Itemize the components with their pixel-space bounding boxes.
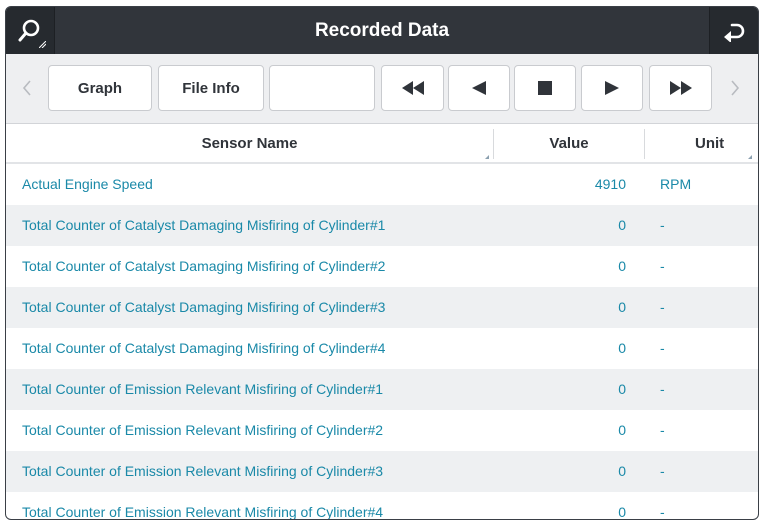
page-title: Recorded Data [314,20,450,41]
back-button[interactable] [709,7,758,54]
play-icon [605,81,619,95]
sensor-value-cell: 0 [618,463,626,479]
sensor-value-cell: 0 [618,381,626,397]
sensor-name-cell: Total Counter of Catalyst Damaging Misfi… [22,258,386,274]
file-info-button[interactable]: File Info [158,65,264,111]
sensor-unit-cell: - [660,381,665,397]
column-resize-handle[interactable] [485,155,489,159]
sensor-data-list: Actual Engine Speed 4910 RPM Total Count… [6,164,758,520]
table-row[interactable]: Total Counter of Emission Relevant Misfi… [6,451,758,492]
sensor-unit-cell: - [660,463,665,479]
sensor-unit-cell: - [660,340,665,356]
fast-forward-button[interactable] [649,65,712,111]
sensor-unit-cell: - [660,258,665,274]
table-row[interactable]: Total Counter of Catalyst Damaging Misfi… [6,328,758,369]
sensor-name-cell: Total Counter of Catalyst Damaging Misfi… [22,217,386,233]
table-row[interactable]: Total Counter of Emission Relevant Misfi… [6,410,758,451]
resize-grip-icon [39,41,46,48]
play-reverse-icon [472,81,486,95]
search-button[interactable] [6,7,55,54]
sensor-value-cell: 0 [618,504,626,520]
graph-button[interactable]: Graph [48,65,152,111]
sensor-value-cell: 0 [618,299,626,315]
title-bar: Recorded Data [6,7,758,54]
sensor-name-cell: Total Counter of Emission Relevant Misfi… [22,504,384,520]
column-header-unit[interactable]: Unit [645,125,758,162]
sensor-unit-cell: RPM [660,176,692,192]
table-row[interactable]: Total Counter of Catalyst Damaging Misfi… [6,246,758,287]
table-header: Sensor Name Value Unit [6,125,758,164]
sensor-name-cell: Actual Engine Speed [22,176,153,192]
sensor-name-cell: Total Counter of Emission Relevant Misfi… [22,463,384,479]
table-row[interactable]: Total Counter of Catalyst Damaging Misfi… [6,287,758,328]
blank-button[interactable] [269,65,375,111]
sensor-name-cell: Total Counter of Emission Relevant Misfi… [22,422,384,438]
toolbar: Graph File Info [6,54,758,124]
return-icon [724,23,745,42]
table-row[interactable]: Total Counter of Emission Relevant Misfi… [6,369,758,410]
column-resize-handle[interactable] [748,155,752,159]
table-row[interactable]: Total Counter of Catalyst Damaging Misfi… [6,205,758,246]
sensor-name-cell: Total Counter of Catalyst Damaging Misfi… [22,340,386,356]
search-icon [18,19,40,41]
stop-icon [538,81,552,95]
sensor-value-cell: 0 [618,340,626,356]
column-header-sensor-name[interactable]: Sensor Name [6,125,493,162]
chevron-left-icon [22,80,31,96]
scroll-left-button[interactable] [16,65,38,111]
table-row[interactable]: Actual Engine Speed 4910 RPM [6,164,758,205]
sensor-value-cell: 0 [618,217,626,233]
sensor-unit-cell: - [660,217,665,233]
sensor-value-cell: 4910 [594,176,626,192]
sensor-name-cell: Total Counter of Catalyst Damaging Misfi… [22,299,386,315]
fast-forward-icon [669,81,692,95]
rewind-button[interactable] [381,65,444,111]
rewind-icon [401,81,424,95]
sensor-name-cell: Total Counter of Emission Relevant Misfi… [22,381,384,397]
recorded-data-window: Recorded Data Graph File Info Sensor Nam… [5,6,759,520]
play-button[interactable] [581,65,643,111]
sensor-unit-cell: - [660,299,665,315]
sensor-unit-cell: - [660,504,665,520]
column-header-value[interactable]: Value [494,125,644,162]
scroll-right-button[interactable] [724,65,746,111]
sensor-value-cell: 0 [618,422,626,438]
sensor-value-cell: 0 [618,258,626,274]
table-row[interactable]: Total Counter of Emission Relevant Misfi… [6,492,758,520]
step-back-button[interactable] [448,65,510,111]
chevron-right-icon [731,80,740,96]
stop-button[interactable] [514,65,576,111]
sensor-unit-cell: - [660,422,665,438]
